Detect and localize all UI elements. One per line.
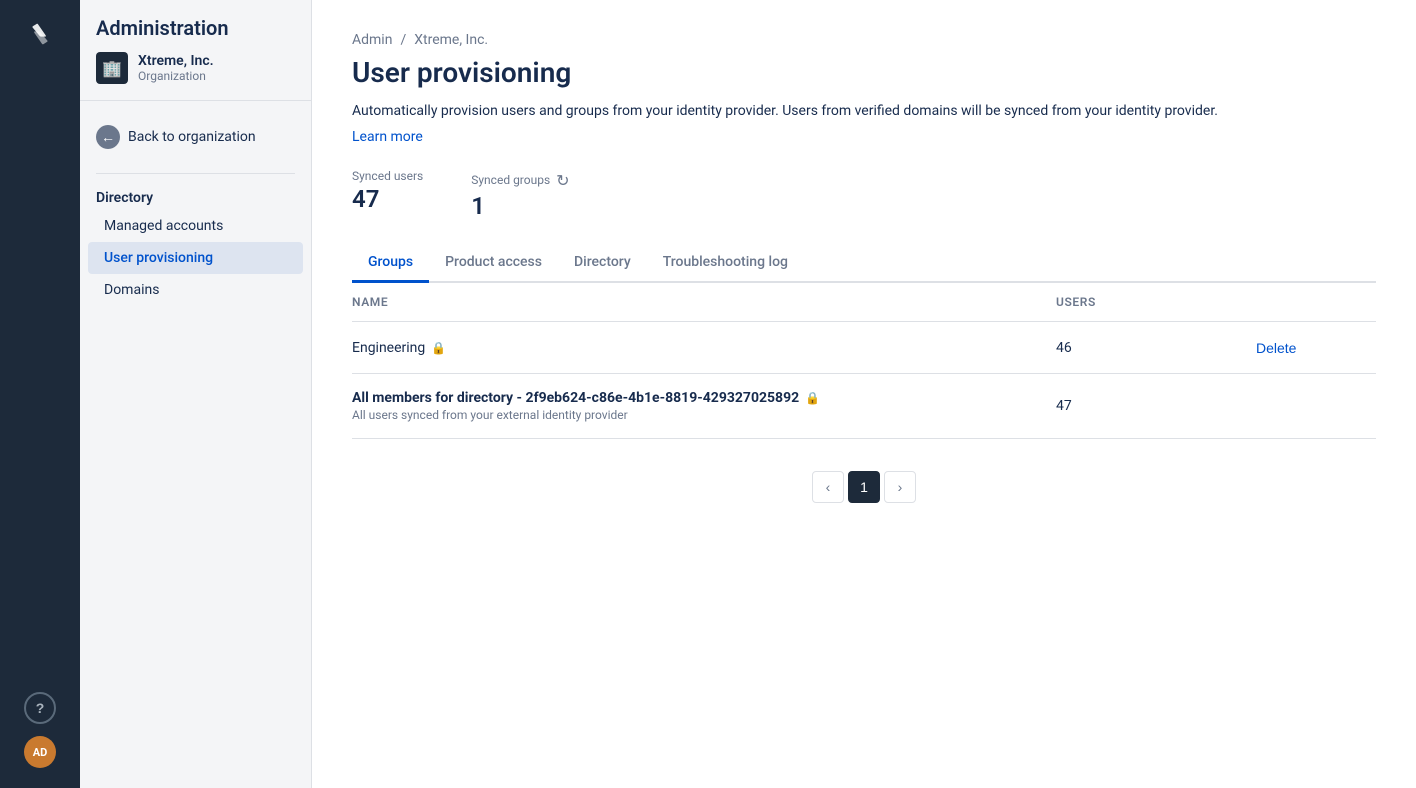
tab-directory[interactable]: Directory [558, 244, 647, 283]
col-header-name: Name [352, 295, 1056, 309]
nav-sidebar: Administration 🏢 Xtreme, Inc. Organizati… [80, 0, 312, 788]
synced-groups-stat: Synced groups ↻ 1 [471, 169, 569, 220]
tabs: Groups Product access Directory Troubles… [352, 244, 1376, 283]
synced-users-stat: Synced users 47 [352, 169, 423, 213]
main-content: Admin / Xtreme, Inc. User provisioning A… [312, 0, 1416, 788]
back-link-label: Back to organization [128, 129, 256, 145]
synced-groups-value: 1 [471, 192, 569, 220]
learn-more-link[interactable]: Learn more [352, 129, 423, 145]
tab-product-access[interactable]: Product access [429, 244, 558, 283]
group-name-all-members: All members for directory - 2f9eb624-c86… [352, 390, 799, 406]
org-name: Xtreme, Inc. [138, 53, 214, 69]
sync-icon: ↻ [556, 171, 569, 190]
row-name-engineering: Engineering 🔒 [352, 340, 1056, 356]
groups-table: Name Users Engineering 🔒 46 Delete All m… [352, 283, 1376, 439]
org-row: 🏢 Xtreme, Inc. Organization [96, 52, 295, 84]
page-description: Automatically provision users and groups… [352, 101, 1376, 122]
synced-users-value: 47 [352, 185, 423, 213]
row-users-all-members: 47 [1056, 398, 1256, 414]
row-name-main: Engineering 🔒 [352, 340, 1056, 356]
col-header-users: Users [1056, 295, 1256, 309]
org-icon: 🏢 [96, 52, 128, 84]
synced-groups-label: Synced groups [471, 173, 550, 187]
nav-section-directory: Directory [80, 182, 311, 210]
stats-row: Synced users 47 Synced groups ↻ 1 [352, 169, 1376, 220]
breadcrumb-sep: / [400, 32, 406, 48]
page-title: User provisioning [352, 56, 1376, 89]
tab-troubleshooting-log[interactable]: Troubleshooting log [647, 244, 804, 283]
nav-divider [96, 173, 295, 174]
row-name-sub: All users synced from your external iden… [352, 408, 1056, 422]
lock-icon: 🔒 [431, 341, 446, 355]
table-header: Name Users [352, 283, 1376, 322]
nav-item-user-provisioning[interactable]: User provisioning [88, 242, 303, 274]
table-row: All members for directory - 2f9eb624-c86… [352, 374, 1376, 439]
org-sub: Organization [138, 69, 214, 83]
row-actions-engineering: Delete [1256, 338, 1376, 357]
pagination-page-1[interactable]: 1 [848, 471, 880, 503]
dark-sidebar-bottom: ? AD [24, 692, 56, 788]
lock-icon: 🔒 [805, 391, 820, 405]
tab-groups[interactable]: Groups [352, 244, 429, 283]
delete-engineering-button[interactable]: Delete [1256, 340, 1296, 356]
group-name-engineering: Engineering [352, 340, 425, 356]
table-row: Engineering 🔒 46 Delete [352, 322, 1376, 374]
dark-sidebar: ? AD [0, 0, 80, 788]
breadcrumb-admin[interactable]: Admin [352, 32, 392, 48]
row-name-main: All members for directory - 2f9eb624-c86… [352, 390, 1056, 406]
back-to-org-link[interactable]: ← Back to organization [80, 117, 311, 157]
help-button[interactable]: ? [24, 692, 56, 724]
pagination-next[interactable]: › [884, 471, 916, 503]
breadcrumb: Admin / Xtreme, Inc. [352, 32, 1376, 48]
user-avatar[interactable]: AD [24, 736, 56, 768]
pagination: ‹ 1 › [352, 471, 1376, 503]
nav-item-domains[interactable]: Domains [88, 274, 303, 306]
back-icon: ← [96, 125, 120, 149]
nav-item-managed-accounts[interactable]: Managed accounts [88, 210, 303, 242]
nav-header: Administration 🏢 Xtreme, Inc. Organizati… [80, 16, 311, 101]
breadcrumb-org[interactable]: Xtreme, Inc. [414, 32, 488, 48]
row-users-engineering: 46 [1056, 340, 1256, 356]
synced-users-label: Synced users [352, 169, 423, 183]
org-info: Xtreme, Inc. Organization [138, 53, 214, 83]
logo-icon [22, 16, 58, 52]
pagination-prev[interactable]: ‹ [812, 471, 844, 503]
col-header-actions [1256, 295, 1376, 309]
row-name-all-members: All members for directory - 2f9eb624-c86… [352, 390, 1056, 422]
admin-title: Administration [96, 16, 295, 40]
